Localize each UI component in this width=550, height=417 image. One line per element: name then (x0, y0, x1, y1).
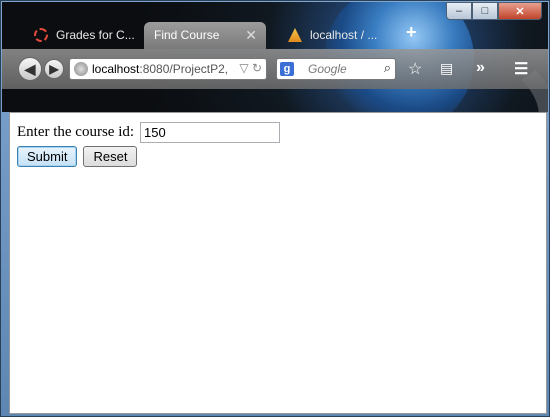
overflow-chevron-icon[interactable]: » (476, 59, 485, 77)
url-bar[interactable]: localhost:8080/ProjectP2, ▽ ↻ (69, 58, 267, 80)
menu-icon[interactable]: ☰ (514, 59, 528, 79)
tab-label: localhost / ... (310, 28, 378, 42)
tab-find-course[interactable]: Find Course ✕ (144, 22, 266, 49)
google-search-engine-icon[interactable]: g (280, 62, 294, 76)
submit-button[interactable]: Submit (17, 146, 78, 167)
forward-arrow-icon: ▶ (49, 62, 59, 76)
new-tab-button[interactable]: + (406, 22, 417, 49)
minimize-button[interactable]: – (446, 2, 472, 20)
reload-icon[interactable]: ▽ ↻ (239, 61, 262, 75)
bookmarks-menu-icon[interactable]: ▤ (440, 60, 453, 77)
close-tab-icon[interactable]: ✕ (245, 27, 257, 44)
navigation-toolbar: ◀ ▶ localhost:8080/ProjectP2, ▽ ↻ g Goog… (2, 49, 548, 89)
ring-icon (34, 28, 48, 42)
url-host: localhost (92, 62, 140, 76)
form-buttons: Submit Reset (17, 146, 143, 167)
tab-label: Grades for C... (56, 28, 135, 42)
forward-button[interactable]: ▶ (44, 59, 64, 79)
search-icon[interactable]: ⌕ (384, 60, 391, 76)
close-window-button[interactable]: ✕ (498, 2, 542, 20)
bookmark-star-icon[interactable]: ☆ (408, 59, 422, 79)
back-button[interactable]: ◀ (18, 57, 42, 81)
course-id-input[interactable] (140, 122, 281, 143)
window-controls: – □ ✕ (446, 2, 542, 20)
page-content: Enter the course id: Submit Reset (9, 112, 547, 414)
reset-button[interactable]: Reset (83, 146, 138, 167)
tab-strip: Grades for C... Find Course ✕ localhost … (16, 21, 417, 49)
site-identity-icon[interactable] (74, 62, 88, 76)
course-id-row: Enter the course id: (17, 122, 281, 143)
pma-icon (288, 28, 302, 42)
search-placeholder: Google (308, 62, 347, 76)
maximize-button[interactable]: □ (472, 2, 498, 20)
tab-label: Find Course (154, 28, 220, 42)
url-path: :8080/ProjectP2, (139, 62, 229, 76)
tab-grades[interactable]: Grades for C... (16, 22, 140, 49)
back-arrow-icon: ◀ (24, 60, 36, 77)
browser-window: – □ ✕ Grades for C... Find Course ✕ loca… (0, 0, 550, 417)
tab-localhost[interactable]: localhost / ... (270, 22, 394, 49)
course-id-label: Enter the course id: (17, 124, 135, 140)
search-bar[interactable]: g Google ⌕ (276, 58, 396, 80)
